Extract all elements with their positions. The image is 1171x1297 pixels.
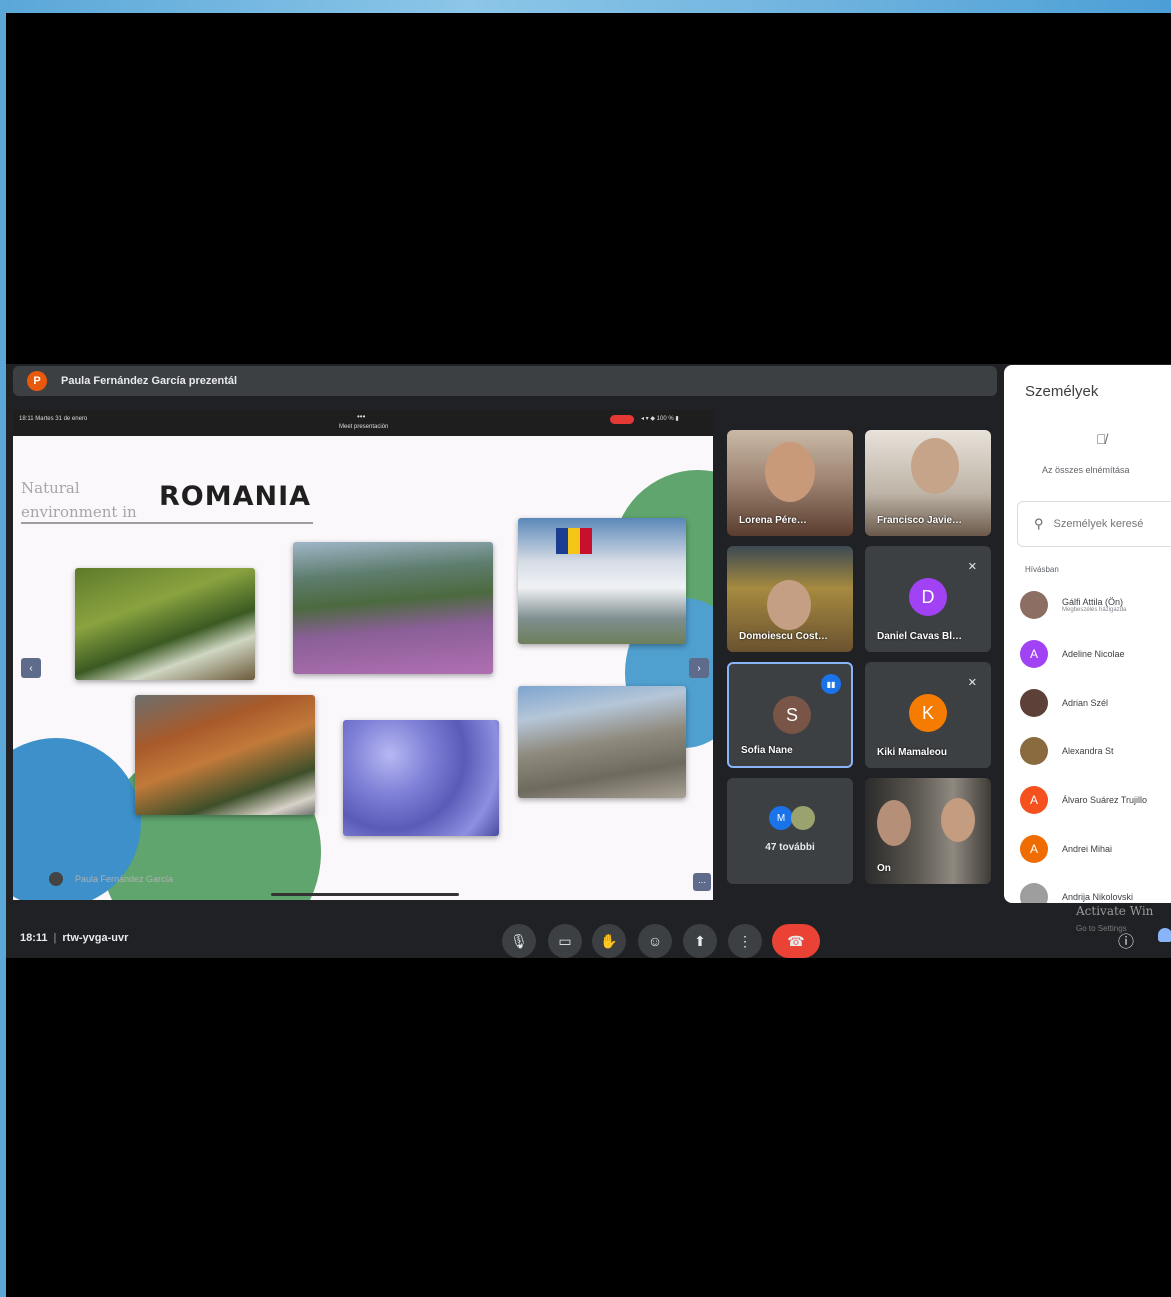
slide-more-button[interactable]: ⋯ <box>693 873 711 891</box>
photo-autumn-village <box>135 695 315 815</box>
person-name: Álvaro Suárez Trujillo <box>1062 795 1148 805</box>
person-name: Andrei Mihai <box>1062 844 1113 854</box>
ipad-status-bar: 18:11 Martes 31 de enero ••• Meet presen… <box>13 410 713 436</box>
person-row[interactable]: Adrian Szél <box>1020 689 1108 717</box>
self-view-tile[interactable]: Ön <box>865 778 991 884</box>
photo-waterfall <box>75 568 255 680</box>
participant-name: Sofia Nane <box>741 745 793 756</box>
participant-video <box>877 800 911 846</box>
person-name: Andrija Nikolovski <box>1062 892 1134 902</box>
present-button[interactable]: ⬆ <box>683 924 717 958</box>
more-avatar: M <box>769 806 793 830</box>
more-avatar-photo <box>791 806 815 830</box>
people-search-input[interactable] <box>1051 517 1171 531</box>
slide-title: ROMANIA <box>159 481 312 512</box>
participant-name: Francisco Javie… <box>877 515 963 526</box>
participant-tile[interactable]: Lorena Pére… <box>727 430 853 536</box>
search-icon: ⚲ <box>1034 516 1044 531</box>
status-time: 18:11 Martes 31 de enero <box>19 416 88 422</box>
more-participants-tile[interactable]: M 47 további <box>727 778 853 884</box>
person-avatar <box>1020 883 1048 903</box>
people-icon[interactable] <box>1158 928 1171 942</box>
participant-video <box>767 580 811 630</box>
mic-off-icon: ✕ <box>967 561 977 573</box>
end-call-button[interactable]: ☎ <box>772 924 820 958</box>
person-row[interactable]: A Andrei Mihai <box>1020 835 1112 863</box>
person-row[interactable]: Andrija Nikolovski <box>1020 883 1133 903</box>
mute-all-icon[interactable]: 🎙̸ <box>1096 431 1107 447</box>
participant-tile[interactable]: Francisco Javie… <box>865 430 991 536</box>
slide-title-underline <box>21 522 313 524</box>
photo-mountain-flowers <box>293 542 493 674</box>
slide-author: Paula Fernández García <box>49 872 173 886</box>
status-center: Meet presentación <box>339 424 389 430</box>
participant-tile[interactable]: Domoiescu Cost… <box>727 546 853 652</box>
participant-name: Daniel Cavas Bl… <box>877 631 963 642</box>
people-panel: Személyek 🎙̸ Az összes elnémítása ⚲ Hívá… <box>1004 365 1171 903</box>
shared-screen: 18:11 Martes 31 de enero ••• Meet presen… <box>13 410 713 900</box>
mic-button[interactable]: 🎙 <box>502 924 536 958</box>
participant-video <box>941 798 975 842</box>
info-icon[interactable]: ⓘ <box>1118 928 1134 952</box>
slide-prev-button[interactable]: ‹ <box>21 658 41 678</box>
participant-name: Kiki Mamaleou <box>877 747 948 758</box>
raise-hand-button[interactable]: ✋ <box>592 924 626 958</box>
person-name: Adrian Szél <box>1062 698 1109 708</box>
person-role: Megbeszélés házigazda <box>1062 607 1127 613</box>
speaking-indicator-icon: ▮▮ <box>821 674 841 694</box>
person-row[interactable]: A Álvaro Suárez Trujillo <box>1020 786 1147 814</box>
meeting-info: 18:11 | rtw-yvga-uvr <box>20 932 129 944</box>
person-row[interactable]: Alexandra St <box>1020 737 1114 765</box>
reactions-button[interactable]: ☺ <box>638 924 672 958</box>
photo-purple-flowers <box>343 720 499 836</box>
photo-rocky-ridge <box>518 686 686 798</box>
slide-subtitle: Natural environment in <box>21 479 137 521</box>
person-avatar <box>1020 591 1048 619</box>
person-avatar <box>1020 689 1048 717</box>
camera-button[interactable]: ▭ <box>548 924 582 958</box>
slide-next-button[interactable]: › <box>689 658 709 678</box>
more-options-button[interactable]: ⋮ <box>728 924 762 958</box>
activate-windows-watermark: Activate Win <box>1076 904 1154 918</box>
person-avatar: A <box>1020 835 1048 863</box>
participant-avatar: S <box>773 696 811 734</box>
meeting-time: 18:11 <box>20 932 48 944</box>
presenter-avatar: P <box>27 371 47 391</box>
participant-avatar: K <box>909 694 947 732</box>
participant-name: Lorena Pére… <box>739 515 807 526</box>
author-avatar-icon <box>49 872 63 886</box>
participant-video <box>911 438 959 494</box>
person-avatar <box>1020 737 1048 765</box>
participant-video <box>765 442 815 502</box>
presenter-bar: P Paula Fernández García prezentál <box>13 366 997 396</box>
status-dots: ••• <box>357 412 366 421</box>
person-row[interactable]: A Adeline Nicolae <box>1020 640 1125 668</box>
meeting-code[interactable]: rtw-yvga-uvr <box>62 932 128 944</box>
people-panel-title: Személyek <box>1025 383 1099 400</box>
in-call-section-label: Hívásban <box>1025 565 1059 574</box>
person-avatar: A <box>1020 786 1048 814</box>
presenter-label: Paula Fernández García prezentál <box>61 375 238 387</box>
person-avatar: A <box>1020 640 1048 668</box>
flag-icon <box>556 528 592 554</box>
mic-off-icon: ✕ <box>967 677 977 689</box>
participant-name: Ön <box>877 863 891 874</box>
person-name: Gálfi Attila (Ön) <box>1062 597 1124 607</box>
person-row[interactable]: Gálfi Attila (Ön) Megbeszélés házigazda <box>1020 591 1126 619</box>
participant-name: Domoiescu Cost… <box>739 631 828 642</box>
meet-window: P Paula Fernández García prezentál 18:11… <box>6 364 1171 958</box>
person-name: Adeline Nicolae <box>1062 649 1125 659</box>
person-name: Alexandra St <box>1062 746 1114 756</box>
people-search[interactable]: ⚲ <box>1017 501 1171 547</box>
mute-all-button[interactable]: Az összes elnémítása <box>1042 465 1130 475</box>
status-icons: ◂ ▾ ◆ 100 % ▮ <box>641 416 679 422</box>
recording-indicator <box>610 415 634 424</box>
participant-tile[interactable]: ✕ K Kiki Mamaleou <box>865 662 991 768</box>
more-participants-label: 47 további <box>765 842 815 853</box>
participant-tile[interactable]: ✕ D Daniel Cavas Bl… <box>865 546 991 652</box>
ipad-home-indicator <box>271 893 459 896</box>
photo-flag-clouds <box>518 518 686 644</box>
participant-tile-active[interactable]: ▮▮ S Sofia Nane <box>727 662 853 768</box>
participant-avatar: D <box>909 578 947 616</box>
